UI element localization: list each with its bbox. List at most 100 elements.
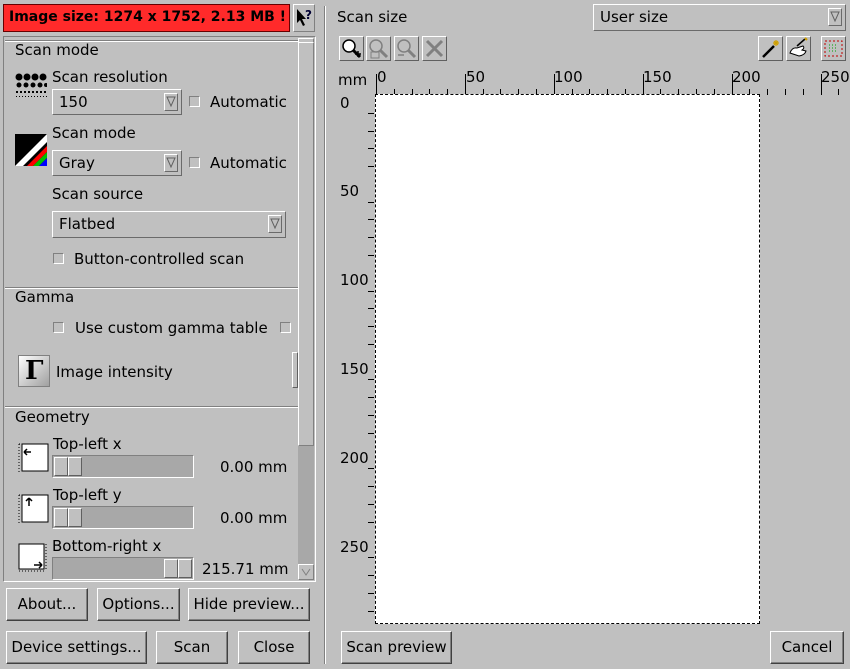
bottom-right-x-slider[interactable] (52, 557, 194, 580)
bottom-right-x-thumb[interactable] (164, 559, 178, 578)
top-left-x-thumb-grip[interactable] (68, 457, 82, 476)
bottom-right-x-label: Bottom-right x (52, 537, 162, 555)
device-settings-button[interactable]: Device settings... (6, 631, 147, 664)
scan-mode-combo[interactable]: Gray (52, 150, 182, 176)
gamma-link-checkbox[interactable] (280, 322, 291, 333)
resolution-automatic-label: Automatic (210, 93, 287, 111)
scan-source-value: Flatbed (59, 215, 116, 233)
select-all-button[interactable] (821, 36, 846, 61)
top-left-x-value: 0.00 mm (220, 458, 288, 476)
panel-splitter[interactable] (324, 6, 326, 664)
horizontal-ruler (376, 74, 839, 95)
preview-canvas[interactable] (375, 94, 760, 624)
chevron-down-icon[interactable] (164, 154, 178, 172)
hand-wand-icon (789, 37, 808, 57)
y-tick-250: 250 (340, 538, 369, 556)
zoom-selection-button[interactable] (366, 36, 391, 61)
chevron-down-icon[interactable] (164, 93, 178, 111)
zoom-out-button[interactable] (394, 36, 419, 61)
mode-automatic-checkbox[interactable] (189, 157, 200, 168)
scan-resolution-value: 150 (59, 93, 88, 111)
about-button[interactable]: About... (6, 588, 88, 621)
options-button-label: Options... (102, 595, 175, 613)
scroll-thumb[interactable] (298, 42, 314, 446)
scroll-down-arrow[interactable] (298, 564, 314, 580)
scan-size-label: Scan size (337, 8, 408, 26)
magic-wand-icon (762, 40, 779, 58)
resolution-automatic-checkbox[interactable] (189, 96, 200, 107)
zoom-fit-icon (425, 39, 444, 58)
options-scrollbar[interactable] (298, 38, 314, 580)
zoom-fit-button[interactable] (422, 36, 447, 61)
image-intensity-label: Image intensity (56, 363, 173, 381)
bottom-right-x-thumb-grip[interactable] (178, 559, 192, 578)
top-left-y-thumb-grip[interactable] (68, 508, 82, 527)
svg-text:?: ? (305, 8, 312, 22)
custom-gamma-label: Use custom gamma table (75, 319, 268, 337)
gamma-group-title: Gamma (15, 288, 75, 306)
geometry-group-title: Geometry (15, 408, 90, 426)
zoom-out-icon (397, 39, 417, 59)
top-left-x-icon (18, 443, 49, 472)
scan-mode-value: Gray (59, 154, 95, 172)
x-tick-200: 200 (732, 68, 761, 86)
intensity-slider-handle[interactable] (292, 352, 298, 388)
scan-source-combo[interactable]: Flatbed (52, 211, 286, 238)
zoom-in-icon (342, 39, 362, 59)
scan-size-combo[interactable]: User size (593, 4, 846, 31)
scan-size-value: User size (600, 8, 669, 26)
top-left-y-slider[interactable] (52, 506, 194, 529)
scan-resolution-combo[interactable]: 150 (52, 89, 182, 115)
whats-this-icon: ? (297, 8, 312, 26)
zoom-selection-icon (369, 39, 389, 59)
hide-preview-button-label: Hide preview... (193, 595, 305, 613)
scan-mode-group-title: Scan mode (15, 41, 99, 59)
top-left-y-icon (18, 494, 49, 523)
options-scroll-area (3, 36, 316, 582)
scan-button-label: Scan (173, 638, 211, 656)
scan-resolution-label: Scan resolution (52, 68, 168, 86)
top-left-x-thumb[interactable] (54, 457, 68, 476)
scan-source-label: Scan source (52, 185, 144, 203)
x-tick-250: 250 (821, 68, 850, 86)
resolution-icon (15, 73, 47, 97)
scan-mode-label: Scan mode (52, 124, 136, 142)
scan-button[interactable]: Scan (156, 631, 228, 664)
chevron-down-icon[interactable] (268, 215, 282, 233)
scan-preview-button-label: Scan preview (346, 638, 447, 656)
autoselect-settings-button[interactable] (786, 36, 811, 61)
top-left-y-thumb[interactable] (54, 508, 68, 527)
options-button[interactable]: Options... (97, 588, 180, 621)
image-size-warning: Image size: 1274 x 1752, 2.13 MB ! (3, 4, 290, 32)
top-left-x-slider[interactable] (52, 455, 194, 478)
button-controlled-label: Button-controlled scan (74, 250, 245, 268)
top-left-y-value: 0.00 mm (220, 509, 288, 527)
custom-gamma-checkbox[interactable] (53, 322, 64, 333)
scan-preview-button[interactable]: Scan preview (341, 631, 452, 664)
top-left-y-label: Top-left y (53, 486, 122, 504)
button-controlled-checkbox[interactable] (53, 253, 64, 264)
image-size-text: Image size: 1274 x 1752, 2.13 MB ! (9, 9, 287, 25)
y-tick-50: 50 (340, 182, 360, 200)
mode-automatic-label: Automatic (210, 154, 287, 172)
about-button-label: About... (17, 595, 77, 613)
x-tick-150: 150 (643, 68, 672, 86)
close-button[interactable]: Close (238, 631, 310, 664)
y-tick-150: 150 (340, 360, 369, 378)
top-left-x-label: Top-left x (53, 435, 122, 453)
y-tick-100: 100 (340, 271, 369, 289)
gamma-icon: Γ (18, 355, 50, 387)
zoom-in-button[interactable] (339, 36, 364, 61)
cancel-button-label: Cancel (781, 638, 833, 656)
chevron-down-icon[interactable] (828, 8, 842, 26)
x-tick-100: 100 (554, 68, 583, 86)
x-tick-0: 0 (377, 68, 387, 86)
autoselect-button[interactable] (758, 36, 783, 61)
close-button-label: Close (253, 638, 295, 656)
help-button[interactable]: ? (293, 4, 315, 32)
hide-preview-button[interactable]: Hide preview... (188, 588, 310, 621)
color-mode-icon (15, 134, 47, 166)
ruler-unit: mm (338, 71, 368, 89)
x-tick-50: 50 (466, 68, 486, 86)
cancel-button[interactable]: Cancel (770, 631, 844, 664)
